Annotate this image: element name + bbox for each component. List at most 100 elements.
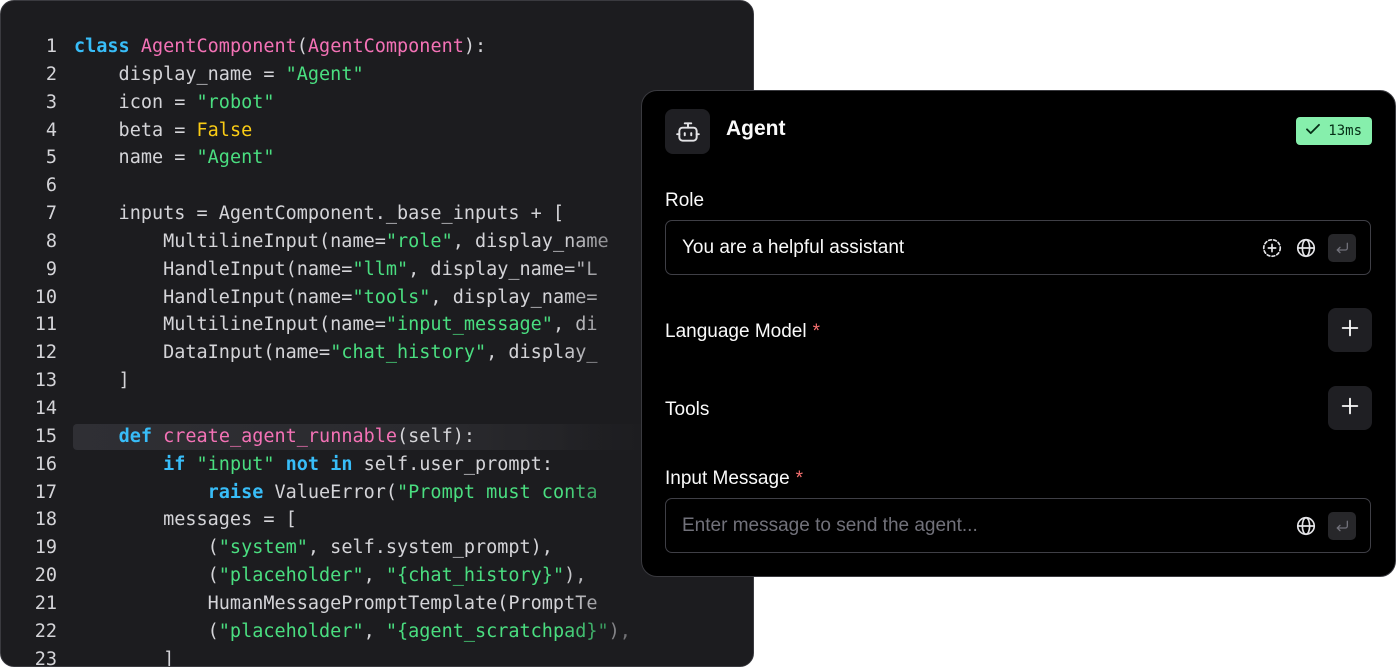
line-number: 8	[45, 230, 57, 252]
enter-icon[interactable]	[1328, 233, 1356, 262]
line-number: 18	[34, 509, 57, 531]
line-number: 15	[34, 425, 57, 447]
input-message-label: Input Message *	[665, 468, 803, 490]
code-token: , di	[552, 314, 598, 336]
line-number: 1	[45, 36, 57, 57]
code-text: DataInput(name="chat_history", display_	[74, 339, 598, 367]
code-line: 2 display_name = "Agent"	[1, 61, 753, 89]
code-token: ValueError(	[263, 481, 398, 503]
input-message-field[interactable]: Enter message to send the agent...	[665, 498, 1371, 553]
line-number: 10	[34, 286, 57, 308]
code-text: HandleInput(name="tools", display_name=	[74, 284, 597, 312]
line-number: 23	[34, 648, 57, 667]
code-token: ,	[363, 565, 386, 587]
code-token: MultilineInput(name=	[74, 230, 386, 252]
code-token: messages = [	[74, 509, 297, 531]
code-token: beta =	[74, 119, 197, 141]
code-token: "system"	[218, 537, 308, 559]
code-token: , self.system_prompt),	[307, 537, 553, 559]
code-line: 23 ]	[1, 646, 753, 667]
code-text: class AgentComponent(AgentComponent):	[74, 33, 486, 61]
code-token: MultilineInput(name=	[74, 314, 386, 336]
line-number: 20	[34, 565, 57, 587]
code-token: (	[74, 620, 219, 642]
language-model-label: Language Model *	[665, 321, 820, 343]
role-input[interactable]: You are a helpful assistant	[665, 220, 1371, 275]
add-variable-icon[interactable]	[1260, 236, 1284, 260]
code-text: ("system", self.system_prompt),	[74, 534, 553, 562]
code-token: self.user_prompt:	[352, 453, 553, 475]
code-token: name =	[74, 147, 197, 169]
input-message-placeholder[interactable]: Enter message to send the agent...	[682, 515, 1294, 537]
role-label-text: Role	[665, 190, 705, 211]
code-token: if	[163, 453, 186, 475]
code-text: MultilineInput(name="input_message", di	[74, 311, 598, 339]
code-token: raise	[207, 481, 264, 503]
code-token: HumanMessagePromptTemplate(PromptTe	[74, 592, 598, 614]
code-token: "placeholder"	[218, 565, 364, 587]
code-token: "{agent_scratchpad}"	[385, 620, 609, 642]
line-number: 3	[45, 91, 57, 113]
tools-label-text: Tools	[665, 399, 710, 420]
build-time-badge: 13ms	[1296, 117, 1372, 145]
add-language-model-button[interactable]	[1328, 308, 1372, 352]
line-number: 13	[34, 370, 57, 392]
code-token: "Prompt must conta	[397, 481, 598, 503]
code-token: "input_message"	[385, 314, 553, 336]
agent-component-card[interactable]: Agent 13ms Role You are a helpful assist…	[641, 90, 1396, 577]
required-marker: *	[795, 468, 804, 489]
code-token: inputs = AgentComponent._base_inputs + [	[74, 203, 565, 225]
code-token: "role"	[385, 230, 453, 252]
code-line: 21 HumanMessagePromptTemplate(PromptTe	[1, 590, 753, 618]
language-model-label-text: Language Model	[665, 321, 807, 342]
code-token: "{chat_history}"	[385, 565, 565, 587]
add-tools-button[interactable]	[1328, 386, 1372, 430]
code-text: def create_agent_runnable(self):	[74, 423, 475, 451]
code-token: AgentComponent	[307, 36, 464, 57]
code-text: inputs = AgentComponent._base_inputs + [	[74, 200, 565, 228]
line-number: 16	[34, 453, 57, 475]
code-token: ),	[564, 565, 587, 587]
globe-icon[interactable]	[1294, 514, 1318, 538]
code-token: "tools"	[352, 286, 431, 308]
line-number: 19	[34, 537, 57, 559]
code-text: messages = [	[74, 506, 297, 534]
code-token: (	[296, 36, 308, 57]
code-text: raise ValueError("Prompt must conta	[74, 479, 598, 507]
code-text: display_name = "Agent"	[74, 61, 364, 89]
line-number: 22	[34, 620, 57, 642]
code-token: "Agent"	[285, 63, 364, 85]
code-token: icon =	[74, 91, 197, 113]
code-token: "Agent"	[196, 147, 275, 169]
code-text: ]	[74, 646, 175, 667]
code-token: ]	[74, 648, 175, 667]
code-token: ,	[363, 620, 386, 642]
code-token: def	[118, 425, 152, 447]
enter-icon[interactable]	[1328, 511, 1356, 540]
globe-icon[interactable]	[1294, 236, 1318, 260]
code-token: ),	[608, 620, 631, 642]
code-text: name = "Agent"	[74, 144, 275, 172]
code-token: , display_	[486, 342, 598, 364]
code-line: 20 ("placeholder", "{chat_history}"),	[1, 562, 753, 590]
line-number: 21	[34, 592, 57, 614]
code-text: HumanMessagePromptTemplate(PromptTe	[74, 590, 598, 618]
code-token: "chat_history"	[330, 342, 487, 364]
line-number: 4	[45, 119, 57, 141]
code-token: display_name =	[74, 63, 286, 85]
line-number: 6	[45, 175, 57, 197]
code-token: (self):	[397, 425, 475, 447]
code-token: "placeholder"	[218, 620, 364, 642]
code-line: 1 class AgentComponent(AgentComponent):	[1, 33, 753, 61]
code-text: icon = "robot"	[74, 89, 275, 117]
role-input-value[interactable]: You are a helpful assistant	[682, 237, 1260, 259]
code-text: ("placeholder", "{agent_scratchpad}"),	[74, 618, 631, 646]
line-number: 7	[45, 203, 57, 225]
code-token: (	[74, 537, 219, 559]
code-token: "robot"	[196, 91, 275, 113]
line-number: 9	[45, 258, 57, 280]
